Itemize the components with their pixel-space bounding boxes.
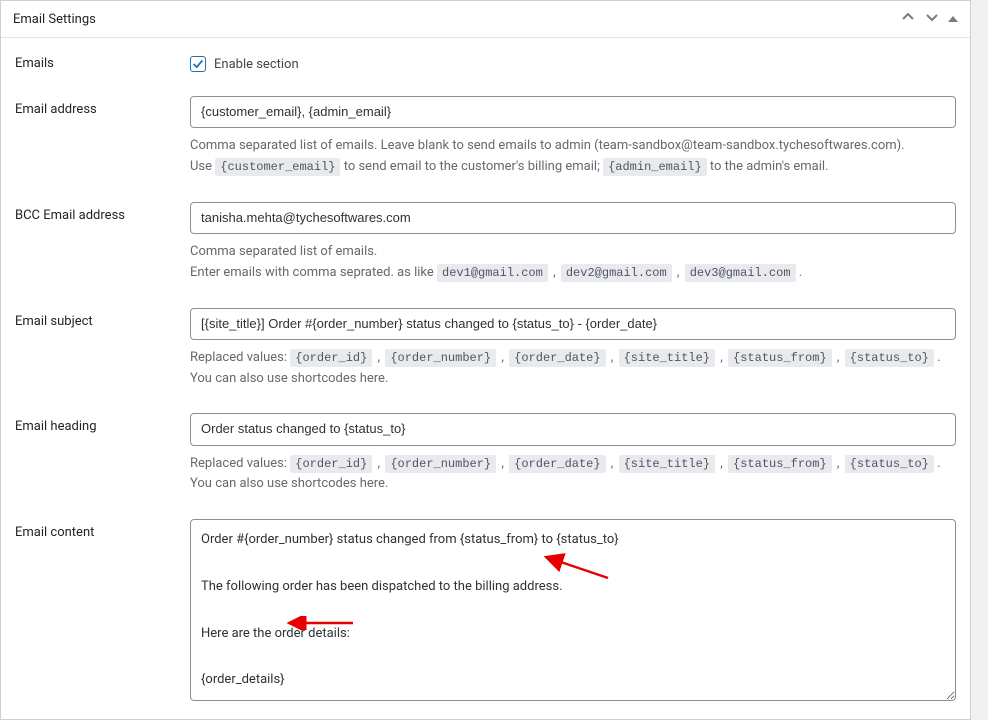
code-tag: {customer_email} xyxy=(215,158,340,176)
code-tag: dev2@gmail.com xyxy=(561,264,672,282)
help-line: Enter emails with comma seprated. as lik… xyxy=(190,263,956,284)
row-email-address: Email address Comma separated list of em… xyxy=(15,96,956,178)
move-up-icon[interactable] xyxy=(900,9,916,29)
heading-help: Replaced values: {order_id} , {order_num… xyxy=(190,454,956,496)
enable-section-checkbox-wrap: Enable section xyxy=(190,50,956,72)
subject-help: Replaced values: {order_id} , {order_num… xyxy=(190,348,956,390)
code-tag: dev1@gmail.com xyxy=(437,264,548,282)
email-settings-panel: Email Settings Emails Enable section xyxy=(0,0,971,720)
email-address-input[interactable] xyxy=(190,96,956,128)
label-content: Email content xyxy=(15,519,190,540)
content-textarea[interactable] xyxy=(190,519,956,701)
code-tag: {order_number} xyxy=(385,455,496,473)
help-line: Use {customer_email} to send email to th… xyxy=(190,157,956,178)
code-tag: {site_title} xyxy=(619,349,715,367)
help-line: Comma separated list of emails. Leave bl… xyxy=(190,136,956,157)
code-tag: {status_to} xyxy=(845,349,934,367)
panel-body: Emails Enable section Email address Comm… xyxy=(1,38,970,719)
row-heading: Email heading Replaced values: {order_id… xyxy=(15,413,956,495)
help-line: Comma separated list of emails. xyxy=(190,242,956,263)
code-tag: {order_id} xyxy=(290,349,372,367)
subject-input[interactable] xyxy=(190,308,956,340)
panel-title: Email Settings xyxy=(13,12,96,27)
heading-input[interactable] xyxy=(190,413,956,445)
row-emails: Emails Enable section xyxy=(15,50,956,72)
label-bcc: BCC Email address xyxy=(15,202,190,223)
label-subject: Email subject xyxy=(15,308,190,329)
label-heading: Email heading xyxy=(15,413,190,434)
code-tag: {status_from} xyxy=(728,349,832,367)
move-down-icon[interactable] xyxy=(924,9,940,29)
enable-section-label: Enable section xyxy=(214,57,299,72)
panel-header: Email Settings xyxy=(1,1,970,38)
code-tag: {order_id} xyxy=(290,455,372,473)
enable-section-checkbox[interactable] xyxy=(190,56,206,72)
code-tag: {site_title} xyxy=(619,455,715,473)
code-tag: {status_to} xyxy=(845,455,934,473)
code-tag: dev3@gmail.com xyxy=(685,264,796,282)
row-content: Email content xyxy=(15,519,956,705)
bcc-input[interactable] xyxy=(190,202,956,234)
row-bcc: BCC Email address Comma separated list o… xyxy=(15,202,956,284)
row-subject: Email subject Replaced values: {order_id… xyxy=(15,308,956,390)
code-tag: {admin_email} xyxy=(603,158,707,176)
label-emails: Emails xyxy=(15,50,190,71)
bcc-help: Comma separated list of emails. Enter em… xyxy=(190,242,956,284)
collapse-icon[interactable] xyxy=(948,10,958,28)
email-address-help: Comma separated list of emails. Leave bl… xyxy=(190,136,956,178)
code-tag: {order_number} xyxy=(385,349,496,367)
code-tag: {order_date} xyxy=(509,349,605,367)
label-email-address: Email address xyxy=(15,96,190,117)
code-tag: {status_from} xyxy=(728,455,832,473)
panel-controls xyxy=(900,9,958,29)
code-tag: {order_date} xyxy=(509,455,605,473)
